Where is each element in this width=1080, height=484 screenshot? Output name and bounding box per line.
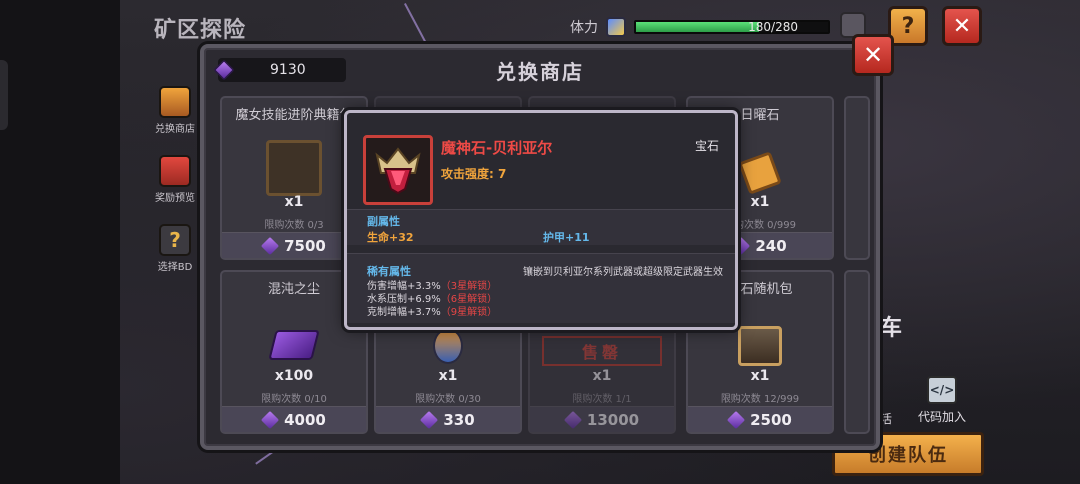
item-quantity: x1 (750, 368, 770, 384)
code-join-label: 代码加入 (918, 410, 967, 424)
sub-attributes-heading: 副属性 (367, 215, 400, 228)
shop-close-button[interactable]: ✕ (852, 34, 894, 76)
stamina-bar-fill (636, 22, 760, 32)
side-nav-shop[interactable]: 兑换商店 (150, 86, 200, 135)
stamina-label: 体力 (570, 20, 598, 36)
price-value: 4000 (284, 410, 326, 429)
side-nav: 兑换商店 奖励预览 ? 选择BD (150, 86, 200, 293)
price-button[interactable]: 2500 (688, 406, 832, 432)
sold-out-stamp: 售罄 (542, 336, 662, 366)
item-quantity: x100 (274, 368, 314, 384)
price-value: 240 (755, 236, 787, 255)
side-nav-label: 选择BD (157, 262, 193, 273)
dust-icon (268, 330, 320, 360)
purchase-limit: 限购次数 12/999 (720, 394, 800, 405)
stamina-display: 体力 180/280 (570, 16, 830, 38)
screen-title: 矿区探险 (154, 18, 247, 43)
item-tooltip: 魔神石-贝利亚尔 宝石 攻击强度: 7 副属性 生命+32 护甲+11 稀有属性… (344, 110, 738, 330)
price-button[interactable]: 13000 (530, 406, 674, 432)
gem-icon (420, 410, 439, 429)
attack-stat: 攻击强度: 7 (441, 167, 507, 181)
partial-label: 活 (880, 412, 893, 426)
book-icon (266, 140, 322, 196)
item-quantity: x1 (592, 368, 612, 384)
unlock-requirement: （9星解锁） (440, 307, 498, 318)
gem-icon (727, 410, 746, 429)
rare-attributes-description: 镶嵌到贝利亚尔系列武器或超级限定武器生效 (523, 267, 723, 278)
stamina-bar: 180/280 (634, 20, 830, 34)
code-join-button[interactable]: </> 代码加入 (918, 376, 966, 425)
side-nav-label: 奖励预览 (155, 193, 195, 204)
hp-stat: 生命+32 (367, 231, 414, 244)
armor-stat: 护甲+11 (543, 231, 590, 244)
shop-title: 兑换商店 (496, 60, 584, 84)
price-button[interactable]: 330 (376, 406, 520, 432)
help-button[interactable]: ? (888, 6, 928, 46)
left-black-strip (0, 0, 120, 484)
price-button[interactable]: 4000 (222, 406, 366, 432)
rare-attribute-text: 克制增幅+3.7% (367, 307, 441, 318)
close-icon: ✕ (952, 13, 972, 39)
item-type: 宝石 (694, 139, 719, 153)
side-nav-label: 兑换商店 (155, 124, 195, 135)
stamina-icon (606, 17, 626, 37)
question-icon: ? (901, 13, 915, 39)
gem-icon (261, 236, 280, 255)
gem-box-icon (738, 326, 782, 366)
gem-icon (261, 410, 280, 429)
price-value: 330 (443, 410, 475, 429)
close-screen-button[interactable]: ✕ (942, 6, 982, 46)
stamina-value: 180/280 (748, 20, 798, 34)
side-nav-reward-preview[interactable]: 奖励预览 (150, 155, 200, 204)
code-icon: </> (927, 376, 957, 404)
price-value: 7500 (284, 236, 326, 255)
price-value: 13000 (586, 410, 640, 429)
gem-icon (375, 147, 421, 195)
left-edge-notch (0, 60, 8, 130)
question-icon: ? (159, 224, 191, 256)
background-text: 车 (880, 316, 903, 341)
chest-icon (159, 155, 191, 187)
purchase-limit: 限购次数 0/30 (415, 394, 481, 405)
close-icon: ✕ (862, 41, 884, 69)
item-icon-frame (363, 135, 433, 205)
shop-icon (159, 86, 191, 118)
purchase-limit: 限购次数 1/1 (572, 394, 632, 405)
shop-item-card-partial[interactable] (844, 96, 870, 260)
scroll-icon (738, 151, 782, 195)
orb-icon (433, 328, 463, 364)
purchase-limit: 限购次数 0/10 (261, 394, 327, 405)
item-title: 魔神石-贝利亚尔 (441, 139, 553, 157)
shop-item-card-partial[interactable] (844, 270, 870, 434)
gem-icon (563, 410, 582, 429)
side-nav-choose-bd[interactable]: ? 选择BD (150, 224, 200, 273)
price-value: 2500 (750, 410, 792, 429)
rare-attribute-line: 克制增幅+3.7%（9星解锁） (367, 303, 497, 318)
item-quantity: x1 (438, 368, 458, 384)
